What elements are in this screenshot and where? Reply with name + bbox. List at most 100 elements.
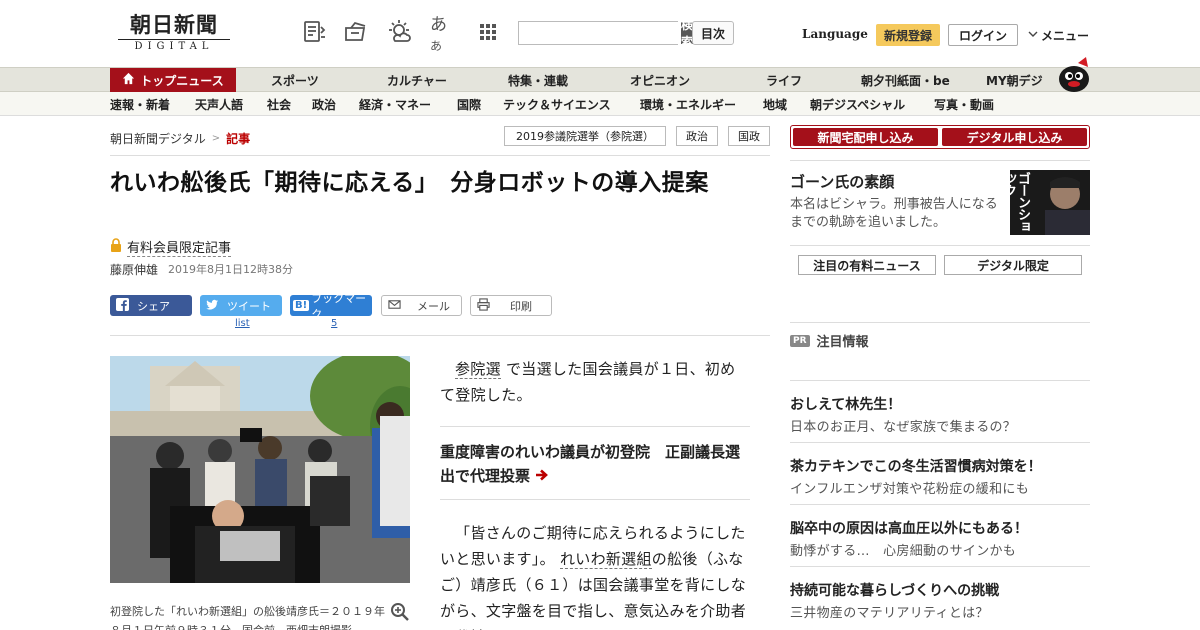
- register-button[interactable]: 新規登録: [876, 24, 940, 46]
- hatena-icon: B!: [293, 300, 310, 311]
- tab-digital-only[interactable]: デジタル限定: [944, 255, 1082, 275]
- nav2-environment[interactable]: 環境・エネルギー: [640, 92, 736, 116]
- nav-opinion[interactable]: オピニオン: [630, 68, 690, 92]
- byline: 藤原伸雄 2019年8月1日12時38分: [110, 261, 293, 278]
- pr-item-title[interactable]: 脳卒中の原因は高血圧以外にもある！: [790, 518, 1028, 538]
- ticket-icon[interactable]: [342, 18, 370, 46]
- nav2-tenseijingo[interactable]: 天声人語: [195, 92, 243, 116]
- article-photo[interactable]: [110, 356, 410, 583]
- twitter-share-button[interactable]: ツイート: [200, 295, 282, 316]
- publish-date: 2019年8月1日12時38分: [168, 263, 294, 276]
- font-size-icon[interactable]: ああ: [430, 14, 458, 53]
- divider: [790, 160, 1090, 161]
- weather-icon[interactable]: [386, 18, 414, 46]
- twitter-count[interactable]: list: [235, 318, 250, 329]
- nav2-region[interactable]: 地域: [763, 92, 787, 116]
- article-paragraph: 参院選 で当選した国会議員が１日、初めて登院した。: [440, 356, 750, 408]
- tag-election[interactable]: 2019参議院選挙（参院選）: [504, 126, 666, 146]
- divider: [110, 155, 770, 156]
- pr-item-desc[interactable]: 動悸がする… 心房細動のサインかも: [790, 540, 1016, 559]
- nav-paper[interactable]: 朝夕刊紙面・be: [861, 68, 950, 92]
- index-button[interactable]: 目次: [692, 21, 734, 45]
- nav-top-news[interactable]: トップニュース: [110, 68, 236, 92]
- nav2-photo-video[interactable]: 写真・動画: [934, 92, 994, 116]
- subscribe-paper-button[interactable]: 新聞宅配申し込み: [793, 128, 938, 146]
- tag-national[interactable]: 国政: [728, 126, 770, 146]
- keyword-link[interactable]: 参院選: [455, 360, 501, 379]
- facebook-share-button[interactable]: シェア: [110, 295, 192, 316]
- pr-item-desc[interactable]: インフルエンザ対策や花粉症の緩和にも: [790, 478, 1029, 497]
- pr-item-title[interactable]: おしえて林先生！: [790, 394, 901, 414]
- author-name: 藤原伸雄: [110, 263, 159, 277]
- feature-description: 本名はビシャラ。刑事被告人になるまでの軌跡を追いました。: [790, 197, 998, 230]
- mail-share-button[interactable]: メール: [381, 295, 462, 316]
- divider: [790, 245, 1090, 246]
- divider: [440, 499, 750, 500]
- nav2-special[interactable]: 朝デジスペシャル: [810, 92, 905, 116]
- photo-caption: 初登院した「れいわ新選組」の舩後靖彦氏＝２０１９年８月１日午前９時３１分、国会前…: [110, 605, 385, 630]
- related-article-link[interactable]: 重度障害のれいわ議員が初登院 正副議長選出で代理投票: [440, 440, 750, 489]
- premium-label: 有料会員限定記事: [127, 237, 232, 257]
- menu-label: メニュー: [1041, 29, 1090, 43]
- print-icon: [477, 297, 490, 314]
- nav-my-asadigi[interactable]: MY朝デジ: [986, 68, 1043, 92]
- pr-heading-label: 注目情報: [816, 335, 869, 350]
- chevron-down-icon: [1028, 29, 1038, 42]
- nav-culture[interactable]: カルチャー: [387, 68, 447, 92]
- breadcrumb-home[interactable]: 朝日新聞デジタル: [110, 130, 206, 147]
- tag-politics[interactable]: 政治: [676, 126, 718, 146]
- divider: [790, 442, 1090, 443]
- premium-badge[interactable]: 有料会員限定記事: [110, 237, 232, 257]
- nav2-economy[interactable]: 経済・マネー: [359, 92, 431, 116]
- nav2-breaking[interactable]: 速報・新着: [110, 92, 170, 116]
- breadcrumb: 朝日新聞デジタル > 記事: [110, 130, 250, 147]
- nav2-society[interactable]: 社会: [267, 92, 291, 116]
- pr-item-desc[interactable]: 三井物産のマテリアリティとは？: [790, 602, 989, 621]
- article-paragraph: 「皆さんのご期待に応えられるようにしたいと思います」。 れいわ新選組の舩後（ふな…: [440, 520, 750, 630]
- subscribe-digital-button[interactable]: デジタル申し込み: [942, 128, 1087, 146]
- divider: [790, 566, 1090, 567]
- logo-sub-text: DIGITAL: [118, 39, 230, 52]
- facebook-icon: [116, 297, 129, 314]
- secondary-nav: 速報・新着 天声人語 社会 政治 経済・マネー 国際 テック＆サイエンス 環境・…: [0, 92, 1200, 116]
- pr-item-title[interactable]: 持続可能な暮らしづくりへの挑戦: [790, 580, 999, 600]
- breadcrumb-separator: >: [211, 133, 221, 144]
- mascot-icon[interactable]: [1054, 55, 1094, 93]
- feature-image[interactable]: ゴーンショック: [1010, 170, 1090, 235]
- related-article-title: 重度障害のれいわ議員が初登院 正副議長選出で代理投票: [440, 443, 741, 485]
- lock-icon: [110, 238, 122, 256]
- divider: [790, 504, 1090, 505]
- divider: [790, 380, 1090, 381]
- subscribe-box: 新聞宅配申し込み デジタル申し込み: [790, 125, 1090, 149]
- zoom-icon[interactable]: [390, 602, 410, 622]
- breadcrumb-current: 記事: [226, 132, 251, 146]
- pr-badge: PR: [790, 334, 810, 347]
- primary-nav: トップニュース スポーツ カルチャー 特集・連載 オピニオン ライフ 朝夕刊紙面…: [0, 67, 1200, 92]
- nav-features[interactable]: 特集・連載: [508, 68, 568, 92]
- pr-item-title[interactable]: 茶カテキンでこの冬生活習慣病対策を！: [790, 456, 1042, 476]
- keyword-link[interactable]: れいわ新選組: [559, 550, 652, 569]
- nav2-politics[interactable]: 政治: [312, 92, 336, 116]
- login-button[interactable]: ログイン: [948, 24, 1018, 46]
- language-link[interactable]: Language: [802, 27, 868, 41]
- print-label: 印刷: [510, 299, 532, 313]
- home-icon: [122, 72, 135, 88]
- font-large-glyph: あ: [430, 14, 447, 35]
- news-reader-icon[interactable]: [300, 18, 328, 46]
- tab-paid-news[interactable]: 注目の有料ニュース: [798, 255, 936, 275]
- twitter-icon: [206, 298, 219, 314]
- nav2-international[interactable]: 国際: [457, 92, 481, 116]
- nav2-tech-science[interactable]: テック＆サイエンス: [503, 92, 611, 116]
- print-button[interactable]: 印刷: [470, 295, 552, 316]
- feature-title[interactable]: ゴーン氏の素顔: [790, 171, 894, 192]
- nav-sports[interactable]: スポーツ: [271, 68, 319, 92]
- hatena-label: ブックマーク: [311, 291, 367, 321]
- grid-apps-icon[interactable]: [474, 18, 502, 46]
- pr-item-desc[interactable]: 日本のお正月、なぜ家族で集まるの？: [790, 416, 1016, 435]
- search-input[interactable]: [519, 22, 681, 44]
- site-logo[interactable]: 朝日新聞 DIGITAL: [118, 12, 230, 52]
- nav-life[interactable]: ライフ: [766, 68, 802, 92]
- hatena-count[interactable]: 5: [331, 318, 337, 329]
- menu-button[interactable]: メニュー: [1028, 27, 1089, 44]
- hatena-bookmark-button[interactable]: B! ブックマーク: [290, 292, 372, 321]
